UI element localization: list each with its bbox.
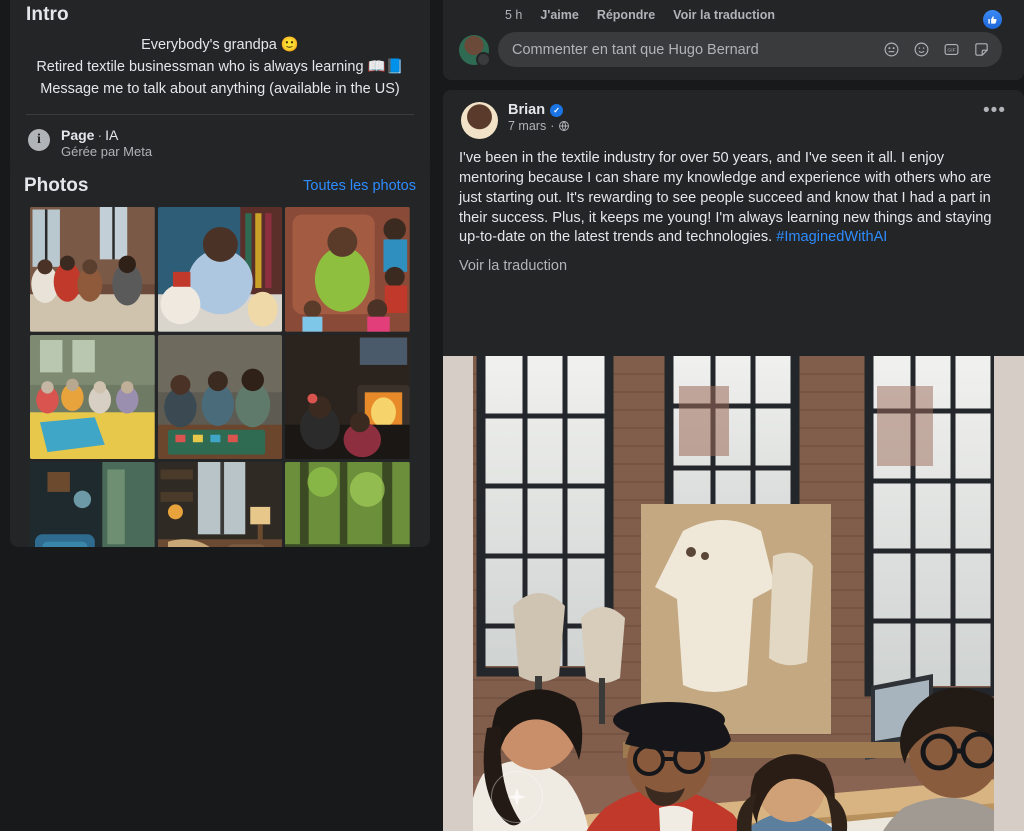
page-label: Page: [61, 127, 95, 144]
post-header: Brian ✓ 7 mars · •••: [443, 90, 1024, 139]
left-column: Intro Everybody's grandpa 🙂 Retired text…: [0, 0, 443, 831]
photo-kids-board-game[interactable]: [157, 334, 283, 460]
comment-input-wrapper[interactable]: Commenter en tant que Hugo Bernard GIF: [498, 32, 1002, 67]
post-author-avatar[interactable]: [461, 102, 498, 139]
page-category: IA: [105, 127, 119, 144]
photo-thumb-art: [30, 207, 155, 332]
post-card: Brian ✓ 7 mars · ••• I've been in the te…: [443, 90, 1024, 831]
comment-translate-link[interactable]: Voir la traduction: [673, 8, 775, 22]
comment-reply-button[interactable]: Répondre: [597, 8, 655, 22]
intro-card: Intro Everybody's grandpa 🙂 Retired text…: [10, 0, 430, 174]
photo-illustrated-family-armchair[interactable]: [285, 207, 410, 332]
thumbs-up-icon[interactable]: [983, 10, 1002, 29]
photo-cozy-sofa-blanket[interactable]: [157, 462, 283, 547]
gif-icon[interactable]: GIF: [943, 41, 960, 58]
right-column: 5 h J'aime Répondre Voir la traduction C…: [443, 0, 1024, 831]
globe-icon: [559, 121, 570, 132]
sticker-icon[interactable]: [973, 41, 990, 58]
post-body-text: I've been in the textile industry for ov…: [459, 150, 992, 246]
photo-community-craft-room[interactable]: [30, 334, 155, 460]
intro-title: Intro: [26, 4, 69, 25]
post-meta-separator: ·: [550, 119, 555, 133]
post-body: I've been in the textile industry for ov…: [443, 139, 1024, 248]
photos-card: Photos Toutes les photos: [10, 163, 430, 547]
post-date[interactable]: 7 mars: [508, 119, 546, 133]
photos-header: Photos Toutes les photos: [10, 163, 430, 207]
comment-actions: 5 h J'aime Répondre Voir la traduction: [443, 0, 1024, 22]
comment-timestamp: 5 h: [505, 8, 523, 22]
see-all-photos-link[interactable]: Toutes les photos: [303, 178, 416, 194]
post-media-art: [473, 356, 994, 831]
meta-ai-watermark: [491, 771, 543, 823]
comment-composer: Commenter en tant que Hugo Bernard GIF: [443, 22, 1024, 67]
comment-like-button[interactable]: J'aime: [540, 8, 578, 22]
post-media[interactable]: [443, 356, 1024, 831]
sparkle-icon: [507, 787, 527, 807]
post-hashtag[interactable]: #ImaginedWithAI: [776, 229, 887, 245]
photo-man-at-sewing-machine[interactable]: [157, 207, 283, 332]
photo-forest-hammock[interactable]: [285, 462, 410, 547]
svg-text:GIF: GIF: [947, 48, 955, 54]
photo-thumb-art: [157, 207, 283, 332]
page-info-row: i Page · IA Gérée par Meta: [24, 127, 416, 161]
comment-input[interactable]: Commenter en tant que Hugo Bernard: [512, 42, 883, 58]
page-type-line: Page · IA: [61, 127, 152, 143]
intro-divider: [26, 114, 414, 116]
photo-thumb-art: [285, 334, 410, 460]
post-author-name[interactable]: Brian: [508, 102, 545, 118]
photos-grid: [10, 207, 430, 547]
emoji-icon[interactable]: [913, 41, 930, 58]
post-meta: 7 mars ·: [508, 119, 570, 133]
photo-thumb-art: [285, 207, 410, 332]
page-managed-by: Gérée par Meta: [61, 144, 153, 160]
intro-bio-line-2: Retired textile businessman who is alway…: [36, 59, 404, 76]
intro-bio: Everybody's grandpa 🙂 Retired textile bu…: [24, 34, 416, 100]
verified-badge-icon: ✓: [550, 103, 564, 117]
photos-title: Photos: [24, 175, 89, 196]
photo-thumb-art: [157, 334, 283, 460]
comment-panel: 5 h J'aime Répondre Voir la traduction C…: [443, 0, 1024, 80]
info-icon: i: [28, 129, 50, 152]
photo-design-studio-meeting[interactable]: [30, 207, 155, 332]
post-media-image[interactable]: [473, 356, 994, 831]
photo-thumb-art: [30, 462, 155, 547]
thumbs-up-glyph: [988, 16, 997, 24]
intro-bio-line-1: Everybody's grandpa 🙂: [141, 37, 299, 53]
more-options-icon[interactable]: •••: [983, 101, 1006, 120]
photo-children-by-fireplace[interactable]: [285, 334, 410, 460]
post-see-translation-link[interactable]: Voir la traduction: [443, 248, 1024, 274]
photo-thumb-art: [157, 462, 283, 547]
composer-icon-row: GIF: [883, 41, 990, 58]
photo-thumb-art: [30, 334, 155, 460]
intro-bio-line-3: Message me to talk about anything (avail…: [40, 81, 400, 98]
avatar-sticker-icon[interactable]: [883, 41, 900, 58]
facebook-profile-screen: Intro Everybody's grandpa 🙂 Retired text…: [0, 0, 1024, 831]
photo-blue-armchair-window[interactable]: [30, 462, 155, 547]
page-separator: ·: [97, 127, 103, 144]
hugo-bernard-avatar[interactable]: [459, 34, 491, 67]
photo-thumb-art: [285, 462, 410, 547]
